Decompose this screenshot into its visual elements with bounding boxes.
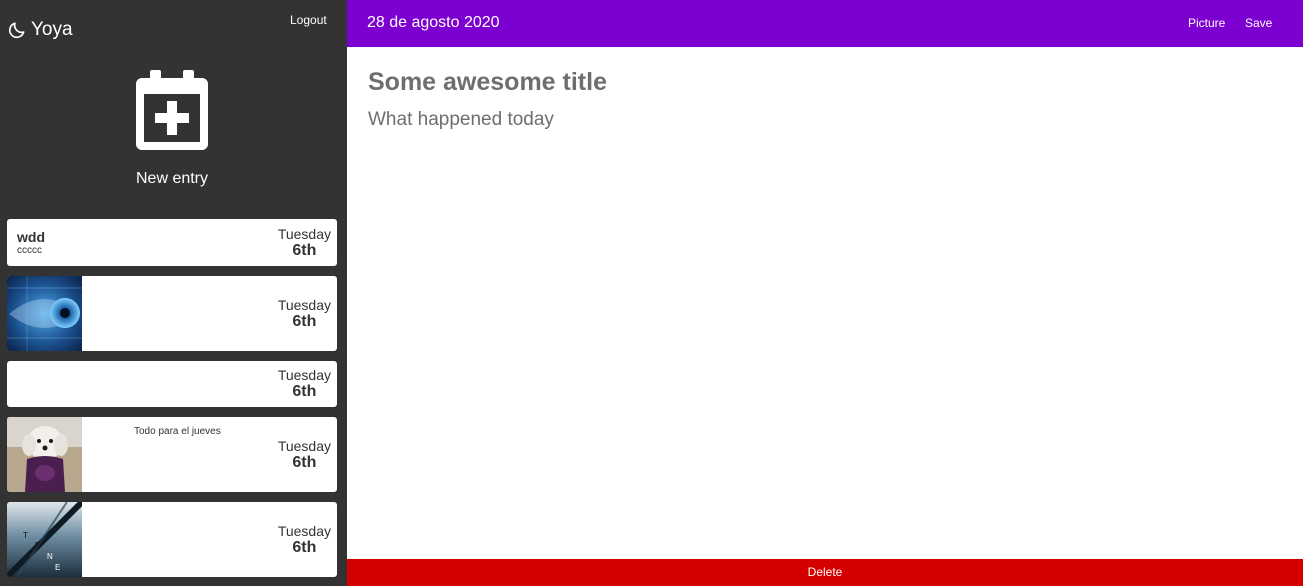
entry-day: Tuesday bbox=[277, 297, 331, 313]
sidebar: Yoya Logout New entry wdd ccccc Tuesday … bbox=[0, 0, 347, 586]
svg-text:N: N bbox=[47, 552, 53, 561]
svg-text:E: E bbox=[55, 563, 60, 572]
editor bbox=[347, 47, 1303, 559]
save-button[interactable]: Save bbox=[1245, 16, 1272, 30]
entry-day-number: 6th bbox=[292, 539, 317, 556]
entry-day: Tuesday bbox=[277, 438, 331, 454]
entry-header: 28 de agosto 2020 Picture Save bbox=[347, 0, 1303, 47]
entry-day: Tuesday bbox=[277, 226, 331, 242]
entry-date: Tuesday 6th bbox=[278, 438, 331, 472]
entry-day-number: 6th bbox=[292, 454, 317, 471]
calendar-plus-icon bbox=[136, 70, 208, 150]
title-input[interactable] bbox=[368, 68, 1268, 97]
new-entry-label: New entry bbox=[135, 170, 209, 187]
entry-date: Tuesday 6th bbox=[278, 367, 331, 401]
logout-button[interactable]: Logout bbox=[290, 13, 327, 27]
app-name: Yoya bbox=[31, 19, 73, 40]
entry-list: wdd ccccc Tuesday 6th Tuesday 6th Tuesda… bbox=[7, 219, 337, 586]
entry-subtitle: ccccc bbox=[17, 245, 42, 256]
entry-date: Tuesday 6th bbox=[278, 523, 331, 557]
brand: Yoya bbox=[7, 19, 73, 41]
svg-text:E: E bbox=[35, 541, 40, 550]
svg-text:T: T bbox=[23, 531, 28, 540]
entry-day: Tuesday bbox=[277, 367, 331, 383]
entry-card[interactable]: Tuesday 6th bbox=[7, 361, 337, 407]
body-input[interactable] bbox=[368, 109, 1268, 509]
entry-card[interactable]: wdd ccccc Tuesday 6th bbox=[7, 219, 337, 266]
entry-day: Tuesday bbox=[277, 523, 331, 539]
entry-date: Tuesday 6th bbox=[278, 226, 331, 260]
entry-card[interactable]: Tuesday 6th bbox=[7, 276, 337, 351]
new-entry-button[interactable]: New entry bbox=[0, 70, 344, 188]
dog-thumbnail bbox=[7, 417, 82, 492]
entry-date-title: 28 de agosto 2020 bbox=[367, 14, 500, 31]
entry-title: wdd bbox=[17, 229, 45, 245]
entry-day-number: 6th bbox=[292, 313, 317, 330]
delete-button[interactable]: Delete bbox=[347, 559, 1303, 586]
picture-button[interactable]: Picture bbox=[1188, 16, 1225, 30]
entry-day-number: 6th bbox=[292, 242, 317, 259]
entry-card[interactable]: Todo para el jueves Tuesday 6th bbox=[7, 417, 337, 492]
entry-text: Todo para el jueves bbox=[134, 426, 221, 437]
poster-thumbnail: T E N E bbox=[7, 502, 82, 577]
entry-day-number: 6th bbox=[292, 383, 317, 400]
eye-thumbnail bbox=[7, 276, 82, 351]
entry-date: Tuesday 6th bbox=[278, 297, 331, 331]
entry-card[interactable]: T E N E Tuesday 6th bbox=[7, 502, 337, 577]
moon-icon bbox=[8, 22, 25, 39]
